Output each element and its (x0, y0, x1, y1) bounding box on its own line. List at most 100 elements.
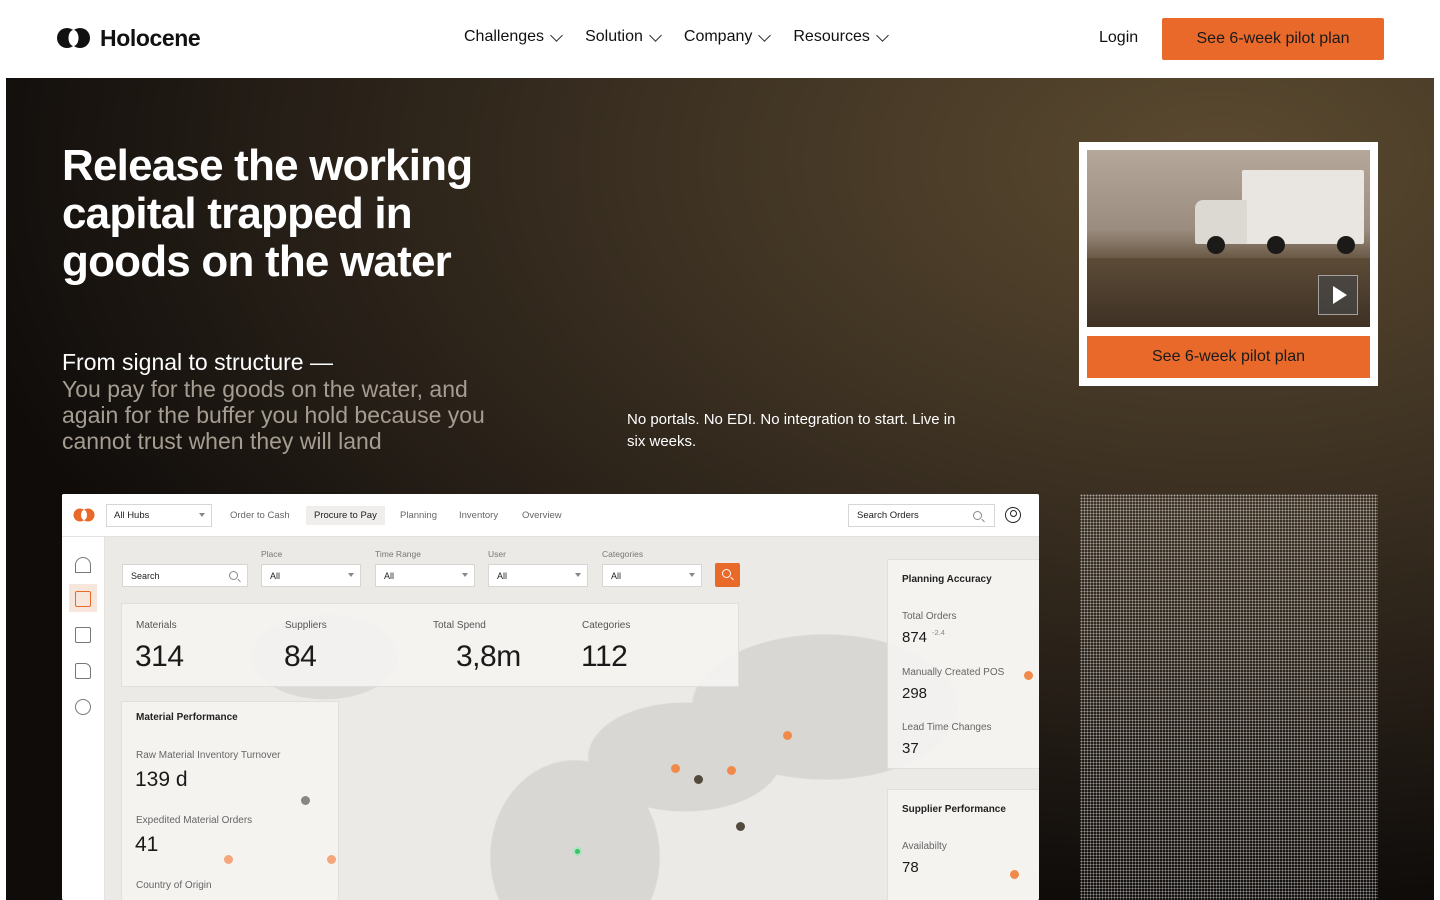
metric-label: Raw Material Inventory Turnover (136, 750, 281, 761)
search-orders-input[interactable]: Search Orders (848, 504, 995, 527)
tab-inventory[interactable]: Inventory (451, 506, 506, 525)
status-dot (1010, 870, 1019, 879)
clipboard-icon[interactable] (75, 627, 91, 643)
nav-item-label: Company (683, 28, 753, 45)
chevron-down-icon (875, 28, 889, 42)
tab-order-to-cash[interactable]: Order to Cash (222, 506, 298, 525)
metric-value: 78 (902, 859, 919, 876)
holocene-logo-icon (73, 508, 95, 522)
categories-value: All (611, 570, 622, 581)
kpi-value: 84 (284, 640, 317, 673)
metric-delta: -2.4 (932, 628, 945, 637)
categories-label: Categories (602, 549, 644, 559)
hub-select[interactable]: All Hubs (106, 504, 212, 527)
hero-title: Release the working capital trapped in g… (62, 141, 473, 286)
nav-item-resources[interactable]: Resources (793, 28, 889, 46)
metric-label: Lead Time Changes (902, 722, 992, 733)
kpi-value: 3,8m (456, 640, 521, 673)
hero-subheading: From signal to structure — (62, 349, 333, 375)
login-link[interactable]: Login (1099, 29, 1138, 47)
truck-wheel (1267, 236, 1285, 254)
metric-value: 41 (135, 833, 159, 856)
video-thumbnail[interactable] (1087, 150, 1370, 327)
metric-label: Total Orders (902, 611, 957, 622)
metric-label: Country of Origin (136, 880, 212, 891)
chevron-down-icon (462, 573, 468, 577)
tab-overview[interactable]: Overview (514, 506, 570, 525)
top-nav: Holocene Challenges Solution Company Res… (0, 0, 1440, 78)
truck-wheel (1337, 236, 1355, 254)
pilot-plan-button[interactable]: See 6-week pilot plan (1162, 18, 1384, 60)
filter-search-button[interactable] (715, 563, 740, 587)
map-marker[interactable] (224, 855, 233, 864)
metric-label: Expedited Material Orders (136, 815, 253, 826)
map-marker[interactable] (736, 822, 745, 831)
map-marker[interactable] (327, 855, 336, 864)
user-icon[interactable] (1005, 507, 1021, 523)
metric-label: Availabilty (902, 841, 947, 852)
planning-accuracy-panel: Planning Accuracy Total Orders 874 -2.4 … (887, 559, 1039, 769)
video-card: See 6-week pilot plan (1079, 142, 1378, 386)
play-button[interactable] (1318, 275, 1358, 315)
world-map: Search Place All Time Range All User All… (105, 537, 1039, 900)
kpi-value: 314 (135, 640, 184, 673)
time-range-select[interactable]: All (375, 564, 475, 587)
nav-item-challenges[interactable]: Challenges (464, 28, 563, 46)
dashboard-topbar: All Hubs Order to Cash Procure to Pay Pl… (62, 494, 1039, 537)
dashboard-preview: All Hubs Order to Cash Procure to Pay Pl… (62, 494, 1039, 900)
panel-title: Supplier Performance (902, 804, 1006, 815)
search-orders-placeholder: Search Orders (857, 510, 919, 521)
hero-section: Release the working capital trapped in g… (6, 78, 1434, 900)
truck-trailer (1242, 170, 1364, 244)
search-icon (722, 569, 731, 578)
map-marker[interactable] (727, 766, 736, 775)
panel-title: Planning Accuracy (902, 574, 992, 585)
map-marker[interactable] (671, 764, 680, 773)
signpost-icon[interactable] (75, 699, 91, 715)
video-pilot-plan-button[interactable]: See 6-week pilot plan (1087, 336, 1370, 378)
time-range-value: All (384, 570, 395, 581)
categories-select[interactable]: All (602, 564, 702, 587)
place-value: All (270, 570, 281, 581)
tab-procure-to-pay[interactable]: Procure to Pay (306, 506, 385, 525)
kpi-value: 112 (581, 640, 628, 673)
tab-planning[interactable]: Planning (392, 506, 445, 525)
metric-value: 298 (902, 685, 928, 702)
search-placeholder: Search (131, 570, 160, 581)
signal-tower-icon[interactable] (75, 557, 91, 573)
status-dot (1024, 671, 1033, 680)
time-range-label: Time Range (375, 549, 421, 559)
metric-value: 139 d (135, 768, 188, 791)
user-select[interactable]: All (488, 564, 588, 587)
user-value: All (497, 570, 508, 581)
presentation-icon[interactable] (75, 591, 91, 607)
truck-wheel (1207, 236, 1225, 254)
kpi-label: Suppliers (285, 620, 327, 631)
place-select[interactable]: All (261, 564, 361, 587)
hero-subtext: You pay for the goods on the water, and … (62, 376, 485, 454)
kpi-panel: Materials 314 Suppliers 84 Total Spend 3… (121, 603, 739, 687)
map-marker[interactable] (694, 775, 703, 784)
search-icon (229, 571, 238, 580)
metric-label: Manually Created POS (902, 667, 1005, 678)
chevron-down-icon (758, 28, 772, 42)
search-icon (973, 511, 982, 520)
truck-icon[interactable] (75, 663, 91, 679)
nav-item-label: Solution (585, 28, 643, 45)
search-input[interactable]: Search (122, 564, 248, 587)
chevron-down-icon (550, 28, 563, 42)
logo[interactable]: Holocene (56, 24, 201, 52)
map-marker[interactable] (301, 796, 310, 805)
map-marker[interactable] (783, 731, 792, 740)
nav-item-solution[interactable]: Solution (585, 28, 662, 46)
map-marker[interactable] (573, 847, 582, 856)
hero-note: No portals. No EDI. No integration to st… (627, 411, 956, 450)
nav-item-company[interactable]: Company (683, 28, 772, 46)
chevron-down-icon (649, 28, 662, 42)
dashboard-sidebar (62, 537, 105, 900)
kpi-label: Total Spend (433, 620, 486, 631)
chevron-down-icon (199, 513, 205, 517)
place-label: Place (261, 549, 283, 559)
play-icon (1332, 286, 1347, 304)
supplier-performance-panel: Supplier Performance Availabilty 78 (887, 789, 1039, 900)
